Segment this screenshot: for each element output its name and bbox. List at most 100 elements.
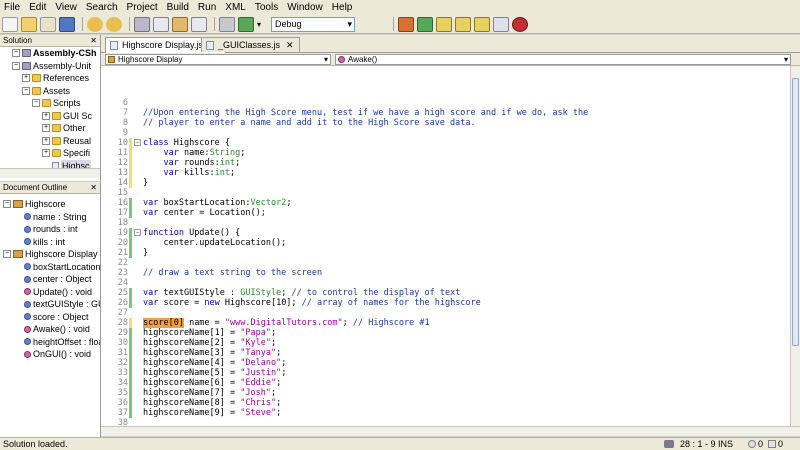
- menu-build[interactable]: Build: [167, 2, 189, 13]
- open-folder-icon[interactable]: [21, 16, 37, 32]
- run-icon[interactable]: [238, 16, 254, 32]
- close-icon[interactable]: ✕: [90, 182, 97, 194]
- outline-item[interactable]: name : String: [0, 211, 100, 224]
- delete-icon[interactable]: [191, 16, 207, 32]
- editor-vertical-scrollbar[interactable]: [790, 66, 800, 426]
- menu-tools[interactable]: Tools: [255, 2, 278, 13]
- expand-icon[interactable]: +: [22, 74, 30, 83]
- editor-horizontal-scrollbar[interactable]: [101, 426, 800, 436]
- code-line[interactable]: 32 highscoreName[4] = "Delano";: [101, 358, 790, 368]
- close-icon[interactable]: ✕: [90, 35, 97, 47]
- build-icon[interactable]: [219, 16, 235, 32]
- fold-toggle-icon[interactable]: −: [134, 139, 141, 146]
- warning-icon[interactable]: [768, 440, 776, 448]
- code-line[interactable]: 9: [101, 128, 790, 138]
- class-selector[interactable]: Highscore Display: [105, 54, 331, 65]
- stop-icon[interactable]: [512, 16, 529, 32]
- outline-class-highscore[interactable]: − Highscore: [0, 198, 100, 211]
- menu-view[interactable]: View: [55, 2, 77, 13]
- expand-icon[interactable]: +: [42, 124, 50, 133]
- step-over-icon[interactable]: [436, 16, 453, 32]
- outline-item[interactable]: Update() : void: [0, 286, 100, 299]
- error-icon[interactable]: [748, 440, 756, 448]
- code-line[interactable]: 16 var boxStartLocation:Vector2;: [101, 198, 790, 208]
- code-editor[interactable]: 6 7 //Upon entering the High Score menu, t…: [101, 66, 790, 426]
- save-icon[interactable]: [59, 16, 75, 32]
- code-line[interactable]: 19− function Update() {: [101, 228, 790, 238]
- solution-horizontal-scrollbar[interactable]: [0, 168, 100, 178]
- code-line[interactable]: 29 highscoreName[1] = "Papa";: [101, 328, 790, 338]
- code-line[interactable]: 31 highscoreName[3] = "Tanya";: [101, 348, 790, 358]
- debug-run-icon[interactable]: [417, 16, 434, 32]
- code-line[interactable]: 11 var name:String;: [101, 148, 790, 158]
- expand-icon[interactable]: +: [42, 136, 50, 145]
- collapse-icon[interactable]: −: [22, 86, 30, 95]
- code-line[interactable]: 8 // player to enter a name and add it to…: [101, 118, 790, 128]
- collapse-icon[interactable]: −: [12, 61, 20, 70]
- code-line[interactable]: 26 var score = new Highscore[10]; // arra…: [101, 298, 790, 308]
- outline-class-highscore-display[interactable]: − Highscore Display: [0, 248, 100, 261]
- outline-item[interactable]: heightOffset : float: [0, 336, 100, 349]
- code-line[interactable]: 13 var kills:int;: [101, 168, 790, 178]
- undo-icon[interactable]: [87, 16, 103, 32]
- outline-item[interactable]: textGUIStyle : GUISty: [0, 298, 100, 311]
- collapse-icon[interactable]: −: [3, 200, 11, 209]
- code-line[interactable]: 34 highscoreName[6] = "Eddie";: [101, 378, 790, 388]
- menu-xml[interactable]: XML: [225, 2, 246, 13]
- tree-item-scripts[interactable]: − Scripts: [0, 97, 100, 110]
- outline-item[interactable]: kills : int: [0, 236, 100, 249]
- step-out-icon[interactable]: [474, 16, 491, 32]
- menu-window[interactable]: Window: [287, 2, 323, 13]
- cut-icon[interactable]: [134, 16, 150, 32]
- configuration-select[interactable]: Debug: [271, 16, 356, 32]
- menu-file[interactable]: File: [4, 2, 20, 13]
- code-line[interactable]: 36 highscoreName[8] = "Chris";: [101, 398, 790, 408]
- code-line[interactable]: 14}: [101, 178, 790, 188]
- outline-item[interactable]: center : Object: [0, 273, 100, 286]
- outline-item[interactable]: Awake() : void: [0, 323, 100, 336]
- outline-item[interactable]: OnGUI() : void: [0, 348, 100, 361]
- outline-item[interactable]: score : Object: [0, 311, 100, 324]
- member-selector[interactable]: Awake(): [335, 54, 791, 65]
- code-line[interactable]: 38: [101, 418, 790, 426]
- menu-project[interactable]: Project: [127, 2, 158, 13]
- tree-item-assets[interactable]: − Assets: [0, 85, 100, 98]
- step-into-icon[interactable]: [455, 16, 472, 32]
- menu-run[interactable]: Run: [198, 2, 216, 13]
- code-line[interactable]: 12 var rounds:int;: [101, 158, 790, 168]
- code-line[interactable]: 21}: [101, 248, 790, 258]
- code-line[interactable]: 10− class Highscore {: [101, 138, 790, 148]
- code-line[interactable]: 35 highscoreName[7] = "Josh";: [101, 388, 790, 398]
- code-line[interactable]: 15: [101, 188, 790, 198]
- close-tab-icon[interactable]: ✕: [286, 40, 294, 50]
- collapse-icon[interactable]: −: [32, 99, 40, 108]
- scrollbar-thumb[interactable]: [792, 78, 799, 346]
- redo-icon[interactable]: [106, 16, 122, 32]
- code-line[interactable]: 22: [101, 258, 790, 268]
- tree-item-assembly-unity[interactable]: − Assembly-Unit: [0, 60, 100, 73]
- menu-search[interactable]: Search: [86, 2, 118, 13]
- tree-item-reusable[interactable]: + Reusal: [0, 135, 100, 148]
- code-line[interactable]: 25 var textGUIStyle : GUIStyle; // to con…: [101, 288, 790, 298]
- collapse-icon[interactable]: −: [3, 250, 11, 259]
- code-line[interactable]: 27: [101, 308, 790, 318]
- code-line[interactable]: 24: [101, 278, 790, 288]
- code-line[interactable]: 28 score[0] name = "www.DigitalTutors.com…: [101, 318, 790, 328]
- code-line[interactable]: 6: [101, 98, 790, 108]
- chevron-down-icon[interactable]: ▾: [257, 20, 261, 29]
- copy-icon[interactable]: [153, 16, 169, 32]
- code-line[interactable]: 20 center.updateLocation();: [101, 238, 790, 248]
- tree-item-assembly-csharp[interactable]: − Assembly-CSh: [0, 47, 100, 60]
- code-line[interactable]: 30 highscoreName[2] = "Kyle";: [101, 338, 790, 348]
- code-line[interactable]: 33 highscoreName[5] = "Justin";: [101, 368, 790, 378]
- outline-item[interactable]: rounds : int: [0, 223, 100, 236]
- expand-icon[interactable]: +: [42, 111, 50, 120]
- code-line[interactable]: 23 // draw a text string to the screen: [101, 268, 790, 278]
- code-line[interactable]: 18: [101, 218, 790, 228]
- tree-item-specific[interactable]: + Specifi: [0, 147, 100, 160]
- code-line[interactable]: 7 //Upon entering the High Score menu, te…: [101, 108, 790, 118]
- paste-icon[interactable]: [172, 16, 188, 32]
- debug-start-icon[interactable]: [398, 16, 415, 32]
- tree-item-references[interactable]: + References: [0, 72, 100, 85]
- code-line[interactable]: 37 highscoreName[9] = "Steve";: [101, 408, 790, 418]
